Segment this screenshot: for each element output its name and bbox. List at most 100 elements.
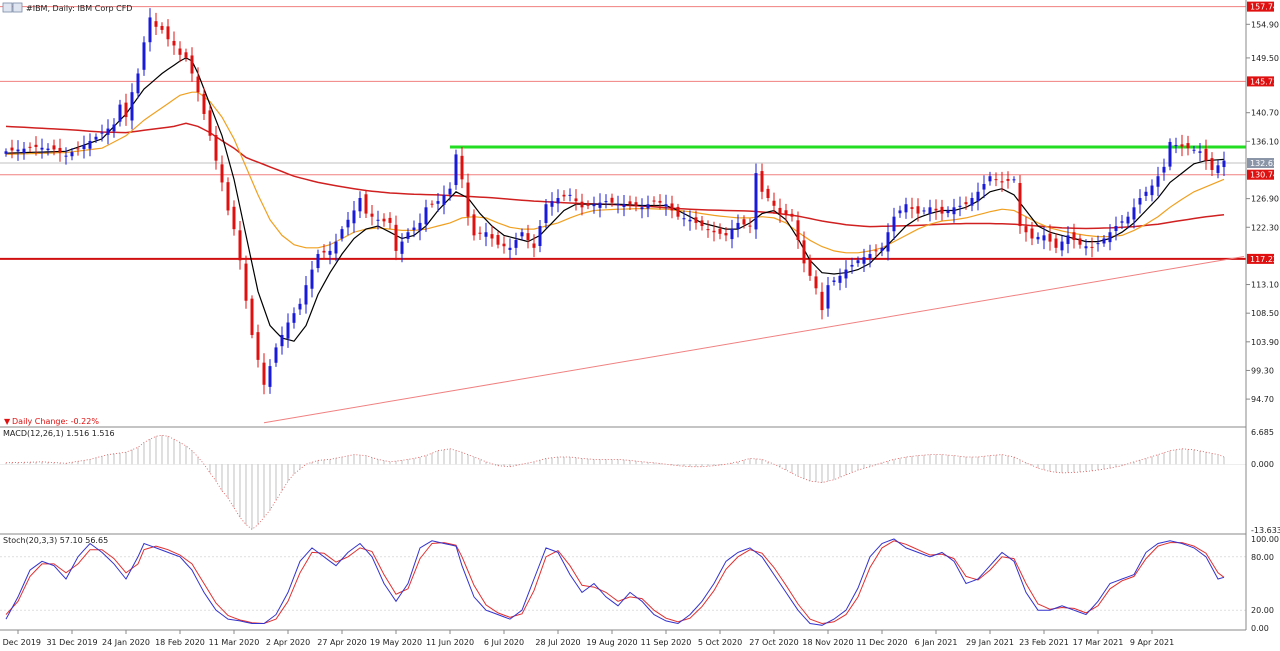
candle-body <box>886 232 890 252</box>
price-tick-label: 122.30 <box>1251 223 1279 232</box>
candle-body <box>1156 176 1160 187</box>
candle-body <box>1042 235 1046 241</box>
candle <box>1018 175 1022 234</box>
date-tick-label: 19 May 2020 <box>370 638 422 647</box>
chart-title: #IBM, Daily: IBM Corp CFD <box>26 4 132 13</box>
candle-body <box>436 201 440 204</box>
candle-body <box>658 200 662 203</box>
candle-body <box>1132 207 1136 220</box>
candle-body <box>64 155 68 157</box>
chart-window-icon[interactable] <box>12 2 23 13</box>
candle-body <box>1138 198 1142 205</box>
candle-body <box>934 208 938 211</box>
candle-body <box>226 182 230 211</box>
candle-body <box>274 347 278 363</box>
candle-body <box>736 222 740 229</box>
date-tick-label: 5 Oct 2020 <box>698 638 742 647</box>
candle-body <box>1114 226 1118 231</box>
candle-body <box>778 207 782 214</box>
candle-body <box>982 183 986 190</box>
candle-body <box>862 257 866 264</box>
candle-body <box>256 332 260 360</box>
candle-body <box>784 210 788 216</box>
daily-change-arrow-icon: ▼ <box>4 417 11 426</box>
candle-body <box>640 207 644 210</box>
candle-body <box>1204 148 1208 161</box>
candle-body <box>910 207 914 209</box>
candle-body <box>1216 165 1220 174</box>
macd-tick-label: 0.000 <box>1251 460 1274 469</box>
candle-body <box>916 206 920 214</box>
candle-body <box>1060 241 1064 251</box>
candle-body <box>976 191 980 202</box>
candle-body <box>802 240 806 264</box>
candle-body <box>184 52 188 58</box>
candle-body <box>334 241 338 254</box>
candle-body <box>1108 232 1112 243</box>
candle-body <box>682 218 686 220</box>
level-tag-label: 117.22 <box>1250 255 1278 264</box>
candle-body <box>430 203 434 205</box>
candle-body <box>46 148 50 151</box>
date-tick-label: 27 Oct 2020 <box>749 638 798 647</box>
candle-body <box>874 250 878 252</box>
candle-body <box>1168 141 1172 167</box>
candle-body <box>604 201 608 203</box>
date-tick-label: 27 Apr 2020 <box>317 638 366 647</box>
candle-body <box>532 243 536 248</box>
candle-body <box>172 40 176 46</box>
candle-body <box>568 194 572 196</box>
candle-body <box>550 201 554 207</box>
candle-body <box>394 224 398 251</box>
candle-body <box>700 220 704 227</box>
candle-body <box>1126 216 1130 224</box>
candle-body <box>664 204 668 207</box>
candle-body <box>328 250 332 255</box>
candle <box>754 163 758 239</box>
candle-body <box>28 146 32 148</box>
candle-body <box>592 204 596 207</box>
candle-body <box>1192 149 1196 151</box>
candle-body <box>94 136 98 140</box>
candle-body <box>760 171 764 192</box>
candle-body <box>1036 236 1040 240</box>
stoch-tick-label: 100.00 <box>1251 535 1279 544</box>
candle-body <box>898 210 902 214</box>
candle-body <box>130 92 134 121</box>
chart-menu-icon[interactable] <box>2 2 13 13</box>
candle-body <box>406 232 410 239</box>
price-tick-label: 149.50 <box>1251 54 1279 63</box>
candle-body <box>1162 166 1166 173</box>
candle-body <box>76 148 80 150</box>
price-tick-label: 113.10 <box>1251 281 1279 290</box>
candle-body <box>496 235 500 245</box>
level-tag-label: 145.73 <box>1250 77 1278 86</box>
candle-body <box>940 206 944 214</box>
date-tick-label: 6 Dec 2019 <box>0 638 41 647</box>
candle-body <box>844 269 848 279</box>
candle-body <box>718 228 722 234</box>
candle-body <box>376 219 380 221</box>
candle-body <box>484 232 488 237</box>
price-tick-label: 140.70 <box>1251 109 1279 118</box>
candle-body <box>418 222 422 231</box>
candle-body <box>922 210 926 212</box>
candle-body <box>598 202 602 208</box>
candle-body <box>772 200 776 206</box>
date-tick-label: 2 Apr 2020 <box>266 638 310 647</box>
candle-body <box>124 102 128 118</box>
candle-body <box>808 259 812 276</box>
candle-body <box>466 182 470 217</box>
candle-body <box>994 179 998 181</box>
candle-body <box>952 207 956 215</box>
date-tick-label: 18 Feb 2020 <box>155 638 205 647</box>
candle-body <box>1144 191 1148 196</box>
candle-body <box>304 285 308 305</box>
candle-body <box>850 264 854 267</box>
candle-body <box>556 198 560 204</box>
price-tick-label: 126.90 <box>1251 195 1279 204</box>
candle-body <box>268 366 272 387</box>
candle-body <box>766 188 770 199</box>
candle-body <box>1024 226 1028 233</box>
candle-body <box>58 147 62 153</box>
